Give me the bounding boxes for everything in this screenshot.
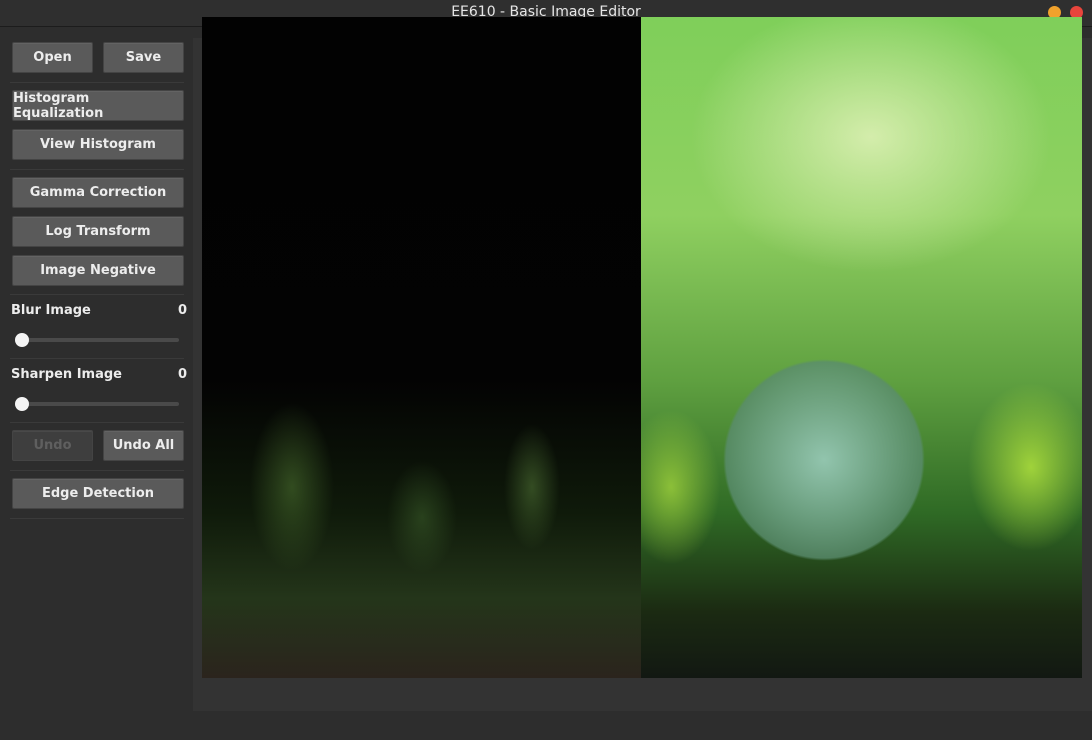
divider bbox=[10, 358, 184, 359]
divider bbox=[10, 82, 184, 83]
log-transform-button[interactable]: Log Transform bbox=[12, 216, 184, 247]
save-button[interactable]: Save bbox=[103, 42, 184, 73]
blur-slider-handle[interactable] bbox=[15, 333, 29, 347]
sharpen-slider-handle[interactable] bbox=[15, 397, 29, 411]
undo-all-button[interactable]: Undo All bbox=[103, 430, 184, 461]
sharpen-label: Sharpen Image bbox=[11, 367, 122, 382]
divider bbox=[10, 518, 184, 519]
sharpen-value: 0 bbox=[178, 367, 188, 382]
divider bbox=[10, 294, 184, 295]
original-image-preview bbox=[641, 17, 1082, 678]
histogram-equalization-button[interactable]: Histogram Equalization bbox=[12, 90, 184, 121]
blur-slider-track[interactable] bbox=[16, 338, 179, 342]
open-button[interactable]: Open bbox=[12, 42, 93, 73]
gamma-correction-button[interactable]: Gamma Correction bbox=[12, 177, 184, 208]
blur-label: Blur Image bbox=[11, 303, 91, 318]
edge-detection-button[interactable]: Edge Detection bbox=[12, 478, 184, 509]
divider bbox=[10, 169, 184, 170]
view-histogram-button[interactable]: View Histogram bbox=[12, 129, 184, 160]
processed-image-preview bbox=[202, 17, 641, 678]
blur-value: 0 bbox=[178, 303, 188, 318]
divider bbox=[10, 470, 184, 471]
image-negative-button[interactable]: Image Negative bbox=[12, 255, 184, 286]
sharpen-slider-track[interactable] bbox=[16, 402, 179, 406]
divider bbox=[10, 422, 184, 423]
undo-button[interactable]: Undo bbox=[12, 430, 93, 461]
